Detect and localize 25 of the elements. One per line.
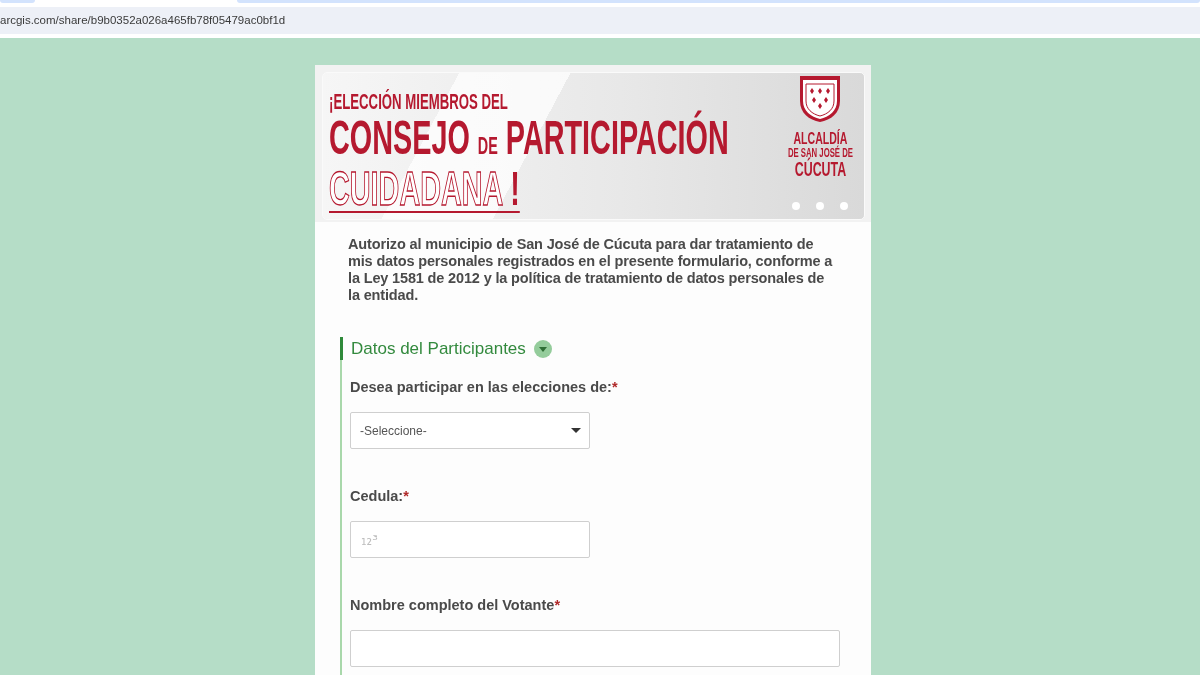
number-field[interactable]: ₁₂³ [350,521,590,558]
required-mark: * [611,379,618,395]
dropdown-field[interactable]: -Seleccione- [350,412,590,449]
address-bar[interactable]: arcgis.com/share/b9b0352a026a465fb78f05479ac0bf1d [0,7,1200,34]
required-mark: * [403,488,409,504]
browser-tab[interactable] [0,0,35,3]
banner-title-word: DE [477,132,498,159]
logo-text: ALCALDÍA [792,131,848,147]
collapse-toggle-icon[interactable] [533,340,552,358]
exclamation-mark: ! [510,162,520,215]
consent-text: Autorizo al municipio de San José de Cúcuta para dar tratamiento de mis datos personales registrados en el presente formulario, conforme a la Ley 1581 de 2012 y la política de tratamiento de datos personales de la entidad. [348,236,834,304]
field-label: Cedula: [350,488,404,504]
field-label: Desea participar en las elecciones de: [350,379,612,395]
section-title: Datos del Participantes [351,340,526,358]
banner-headline: ¡ELECCIÓN MIEMBROS DEL [329,89,508,114]
text-field[interactable] [350,630,840,667]
dots-icon [792,202,848,210]
banner-subtitle: CUIDADANA [329,162,503,215]
shield-icon [799,75,841,123]
field-label: Nombre completo del Votante [350,597,555,613]
logo-text: DE SAN JOSÉ DE [787,147,853,160]
banner-title-word: PARTICIPACIÓN [505,111,729,164]
caret-icon [571,428,581,433]
required-mark: * [554,597,561,613]
browser-tab[interactable] [237,0,1200,3]
